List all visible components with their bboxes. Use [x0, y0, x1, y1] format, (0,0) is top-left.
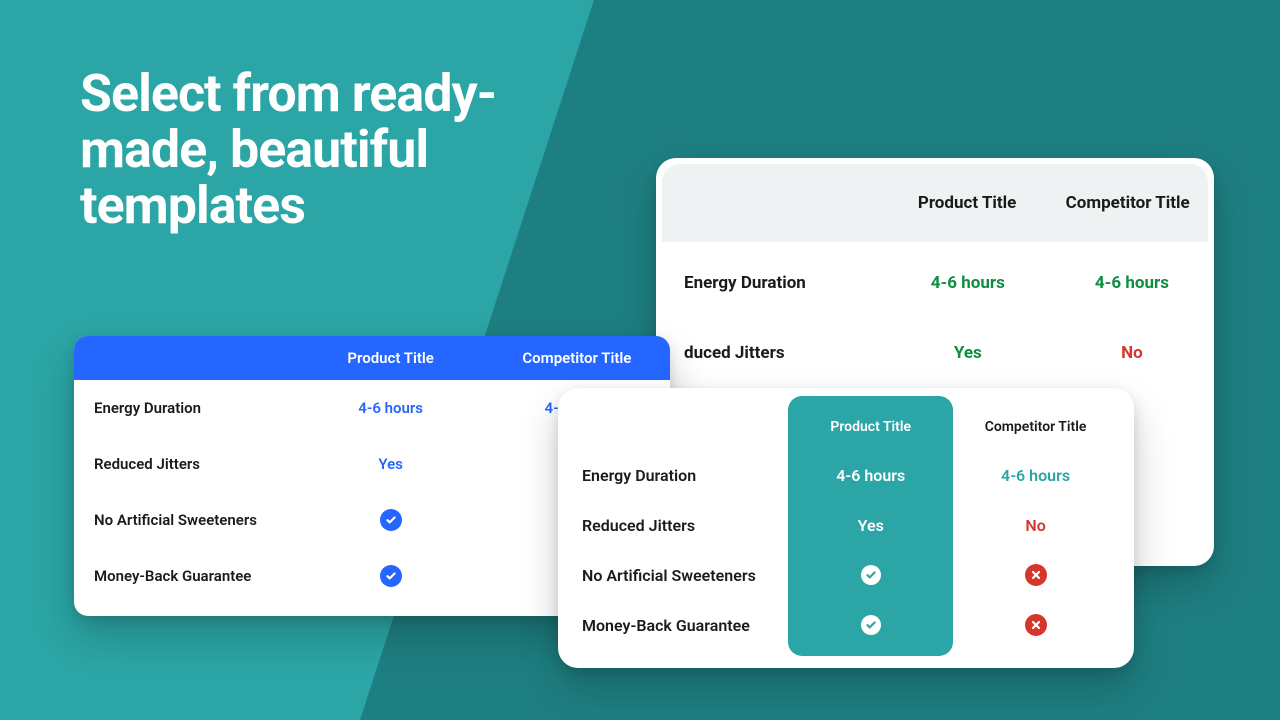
check-icon — [861, 565, 881, 585]
cross-icon — [1025, 564, 1047, 586]
cell-value — [953, 614, 1118, 636]
table-row: Energy Duration 4-6 hours 4-6 hours — [656, 248, 1214, 318]
feature-label: No Artificial Sweeteners — [574, 566, 788, 585]
table-header: Product Title Competitor Title — [662, 164, 1208, 242]
col-competitor: Competitor Title — [953, 404, 1118, 450]
table-row: Reduced Jitters Yes No — [574, 500, 1118, 550]
table-row: Money-Back Guarantee — [574, 600, 1118, 650]
promo-canvas: Select from ready- made, beautiful templ… — [0, 0, 1280, 720]
table-header: Product Title Competitor Title — [74, 336, 670, 380]
cell-value: Yes — [298, 455, 484, 473]
feature-label: Energy Duration — [656, 273, 886, 293]
table-row: duced Jitters Yes No — [656, 318, 1214, 388]
heading-line-3: templates — [80, 178, 496, 234]
cell-value: 4-6 hours — [298, 399, 484, 417]
feature-label: Reduced Jitters — [574, 516, 788, 535]
cell-value — [298, 565, 484, 587]
heading-line-1: Select from ready- — [80, 66, 496, 122]
feature-label: Money-Back Guarantee — [74, 567, 298, 585]
cell-value — [788, 615, 953, 635]
cell-value — [788, 565, 953, 585]
feature-label: Energy Duration — [74, 399, 298, 417]
competitor-value: No — [1050, 343, 1214, 363]
feature-label: Energy Duration — [574, 466, 788, 485]
col-competitor: Competitor Title — [1047, 193, 1208, 213]
col-product: Product Title — [887, 193, 1048, 213]
template-card-teal[interactable]: Product Title Competitor Title Energy Du… — [558, 388, 1134, 668]
heading-line-2: made, beautiful — [80, 122, 496, 178]
product-value: Yes — [886, 343, 1050, 363]
table-row: Energy Duration 4-6 hours 4-6 hours — [574, 450, 1118, 500]
check-icon — [380, 509, 402, 531]
table-row: No Artificial Sweeteners — [574, 550, 1118, 600]
col-competitor: Competitor Title — [484, 349, 670, 367]
check-icon — [861, 615, 881, 635]
col-product: Product Title — [788, 404, 953, 450]
cell-value: Yes — [788, 516, 953, 535]
feature-label: Money-Back Guarantee — [574, 616, 788, 635]
cell-value — [953, 564, 1118, 586]
check-icon — [380, 565, 402, 587]
cell-value — [298, 509, 484, 531]
feature-label: duced Jitters — [656, 343, 886, 363]
feature-label: Reduced Jitters — [74, 455, 298, 473]
cell-value: 4-6 hours — [788, 466, 953, 485]
page-heading: Select from ready- made, beautiful templ… — [80, 66, 496, 234]
cross-icon — [1025, 614, 1047, 636]
cell-value: No — [953, 516, 1118, 535]
product-value: 4-6 hours — [886, 273, 1050, 293]
competitor-value: 4-6 hours — [1050, 273, 1214, 293]
feature-label: No Artificial Sweeteners — [74, 511, 298, 529]
col-product: Product Title — [298, 349, 484, 367]
cell-value: 4-6 hours — [953, 466, 1118, 485]
